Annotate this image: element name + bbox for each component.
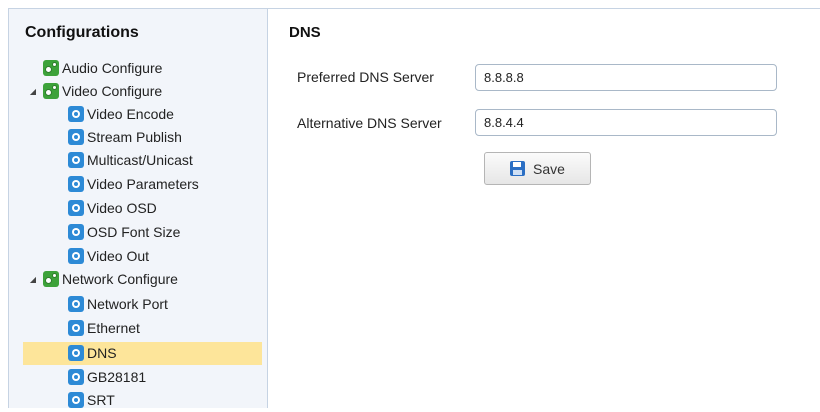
selection-highlight — [23, 342, 262, 365]
floppy-disk-icon — [510, 161, 525, 176]
sidebar-item-label: Video OSD — [87, 200, 157, 216]
main-panel: DNS Preferred DNS Server Alternative DNS… — [268, 9, 820, 408]
sidebar-item-label: Network Configure — [62, 271, 178, 287]
save-button[interactable]: Save — [484, 152, 591, 185]
gear-icon — [68, 199, 84, 216]
expand-arrow-icon[interactable]: ◢ — [28, 80, 38, 103]
sidebar-item-label: Ethernet — [87, 320, 140, 336]
sidebar-item-label: Multicast/Unicast — [87, 152, 193, 168]
sidebar-title: Configurations — [25, 24, 139, 41]
gear-icon — [68, 105, 84, 122]
sidebar: Configurations Audio Configure ◢ Video C… — [8, 9, 268, 408]
gear-icon — [68, 175, 84, 192]
gear-icon — [68, 247, 84, 264]
save-button-label: Save — [533, 161, 565, 177]
sidebar-item-label: Network Port — [87, 296, 168, 312]
group-gear-icon — [43, 270, 59, 287]
expand-arrow-icon[interactable]: ◢ — [28, 268, 38, 291]
sidebar-item-label: OSD Font Size — [87, 224, 181, 240]
sidebar-item-label: DNS — [87, 345, 117, 361]
preferred-dns-label: Preferred DNS Server — [297, 69, 434, 85]
group-gear-icon — [43, 59, 59, 76]
gear-icon — [68, 223, 84, 240]
sidebar-item-label: Video Encode — [87, 106, 174, 122]
gear-icon — [68, 344, 84, 361]
gear-icon — [68, 295, 84, 312]
gear-icon — [68, 151, 84, 168]
sidebar-item-label: Video Out — [87, 248, 150, 264]
preferred-dns-input[interactable] — [475, 64, 777, 91]
alternative-dns-input[interactable] — [475, 109, 777, 136]
sidebar-item-label: GB28181 — [87, 369, 147, 385]
alternative-dns-label: Alternative DNS Server — [297, 115, 442, 131]
gear-icon — [68, 128, 84, 145]
sidebar-item-label: Video Configure — [62, 83, 163, 99]
sidebar-item-label: Video Parameters — [87, 176, 199, 192]
page-title: DNS — [289, 24, 321, 41]
gear-icon — [68, 319, 84, 336]
sidebar-item-label: Stream Publish — [87, 129, 182, 145]
gear-icon — [68, 391, 84, 408]
sidebar-item-label: SRT — [87, 392, 115, 408]
group-gear-icon — [43, 82, 59, 99]
gear-icon — [68, 368, 84, 385]
sidebar-item-label: Audio Configure — [62, 60, 163, 76]
